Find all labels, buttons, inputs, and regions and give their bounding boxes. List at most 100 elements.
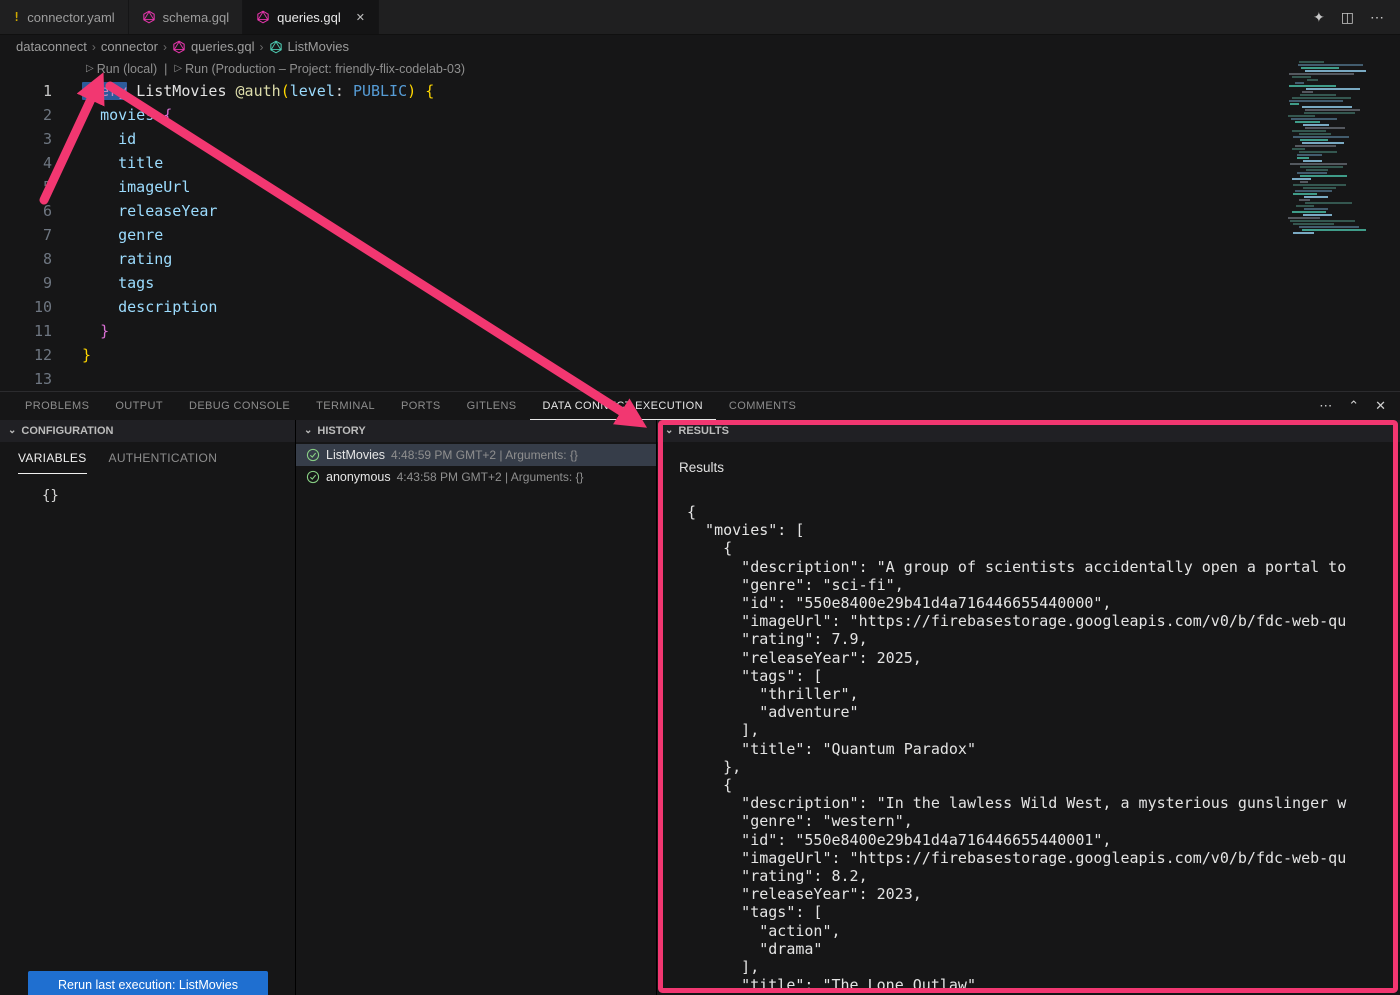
panel-tab-debug-console[interactable]: DEBUG CONSOLE: [176, 393, 303, 420]
config-tab-authentication[interactable]: AUTHENTICATION: [109, 443, 218, 474]
split-editor-icon[interactable]: ◫: [1341, 9, 1354, 26]
minimap-line: [1301, 67, 1339, 69]
line-number: 3: [0, 130, 52, 148]
results-header[interactable]: ⌄ RESULTS: [657, 420, 1400, 442]
code-line: 3 id: [0, 127, 1400, 151]
panel-tab-ports[interactable]: PORTS: [388, 393, 454, 420]
breadcrumb-label: queries.gql: [191, 39, 255, 54]
minimap-line: [1302, 142, 1344, 144]
panel-tab-data-connect-execution[interactable]: DATA CONNECT EXECUTION: [530, 393, 716, 420]
codelens-bar: ▷Run (local) | ▷Run (Production – Projec…: [86, 58, 1400, 79]
code-text: title: [82, 154, 163, 172]
results-json-output[interactable]: { "movies": [ { "description": "A group …: [657, 475, 1400, 995]
graphql-icon: [256, 10, 270, 24]
results-line: "thriller",: [687, 685, 1400, 703]
editor-tabs: !connector.yamlschema.gql queries.gql ✕: [0, 0, 379, 34]
minimap-line: [1303, 187, 1336, 189]
breadcrumb-label: ListMovies: [288, 39, 349, 54]
configuration-header[interactable]: ⌄ CONFIGURATION: [0, 420, 295, 442]
rerun-last-execution-button[interactable]: Rerun last execution: ListMovies: [28, 971, 268, 995]
more-actions-icon[interactable]: ⋯: [1319, 398, 1332, 414]
minimap-line: [1297, 172, 1327, 174]
results-section: ⌄ RESULTS Results { "movies": [ { "descr…: [657, 420, 1400, 995]
minimap-line: [1292, 97, 1351, 99]
code-editor[interactable]: ▷Run (local) | ▷Run (Production – Projec…: [0, 58, 1400, 391]
line-number: 5: [0, 178, 52, 196]
results-line: "tags": [: [687, 667, 1400, 685]
minimap-line: [1307, 79, 1318, 81]
minimap-line: [1304, 196, 1328, 198]
close-icon[interactable]: ✕: [356, 11, 365, 24]
code-text: id: [82, 130, 136, 148]
minimap-line: [1298, 64, 1363, 66]
configuration-tabs: VARIABLES AUTHENTICATION: [0, 442, 295, 474]
code-text: rating: [82, 250, 172, 268]
close-panel-icon[interactable]: ✕: [1375, 398, 1386, 414]
panel-tab-output[interactable]: OUTPUT: [102, 393, 176, 420]
editor-tab-queries-gql[interactable]: queries.gql ✕: [243, 0, 379, 34]
code-line: 2 movies {: [0, 103, 1400, 127]
results-line: "releaseYear": 2025,: [687, 649, 1400, 667]
panel-tab-bar: PROBLEMSOUTPUTDEBUG CONSOLETERMINALPORTS…: [0, 392, 1400, 420]
minimap-line: [1304, 112, 1355, 114]
results-line: "action",: [687, 922, 1400, 940]
breadcrumb-item-ListMovies[interactable]: ListMovies: [269, 39, 349, 54]
minimap-line: [1297, 157, 1309, 159]
maximize-panel-icon[interactable]: ⌃: [1348, 398, 1359, 414]
minimap-line: [1299, 226, 1359, 228]
breadcrumb-item-queries-gql[interactable]: queries.gql: [172, 39, 255, 54]
sparkle-icon[interactable]: ✦: [1313, 9, 1325, 26]
history-item-meta: 4:43:58 PM GMT+2 | Arguments: {}: [397, 470, 584, 484]
variables-editor[interactable]: {}: [0, 474, 295, 504]
operation-icon: [269, 40, 283, 54]
minimap-line: [1292, 148, 1305, 150]
minimap-line: [1302, 91, 1313, 93]
codelens-separator: |: [164, 62, 167, 76]
breadcrumb-separator-icon: ›: [260, 40, 264, 54]
panel-tab-problems[interactable]: PROBLEMS: [12, 393, 102, 420]
pass-check-icon: [306, 448, 320, 462]
config-tab-variables[interactable]: VARIABLES: [18, 443, 87, 474]
history-item[interactable]: anonymous4:43:58 PM GMT+2 | Arguments: {…: [296, 466, 656, 488]
history-section: ⌄ HISTORY ListMovies4:48:59 PM GMT+2 | A…: [296, 420, 657, 995]
run-production-link[interactable]: ▷Run (Production – Project: friendly-fli…: [174, 62, 465, 76]
results-line: "id": "550e8400e29b41d4a716446655440001"…: [687, 831, 1400, 849]
panel-tab-comments[interactable]: COMMENTS: [716, 393, 809, 420]
minimap-line: [1300, 94, 1336, 96]
run-icon: ▷: [174, 63, 182, 74]
history-item[interactable]: ListMovies4:48:59 PM GMT+2 | Arguments: …: [296, 444, 656, 466]
results-line: "rating": 7.9,: [687, 630, 1400, 648]
tab-label: queries.gql: [277, 10, 341, 25]
history-item-name: ListMovies: [326, 448, 385, 462]
results-line: "imageUrl": "https://firebasestorage.goo…: [687, 849, 1400, 867]
tab-label: connector.yaml: [27, 10, 114, 25]
code-text: tags: [82, 274, 154, 292]
editor-tab-schema-gql[interactable]: schema.gql: [129, 0, 243, 34]
minimap[interactable]: [1284, 58, 1398, 234]
results-line: "title": "Quantum Paradox": [687, 740, 1400, 758]
minimap-line: [1299, 61, 1324, 63]
breadcrumb-item-dataconnect[interactable]: dataconnect: [16, 39, 87, 54]
history-header[interactable]: ⌄ HISTORY: [296, 420, 656, 442]
run-local-link[interactable]: ▷Run (local): [86, 62, 157, 76]
vscode-window: !connector.yamlschema.gqlqueries.gql✕ ✦ …: [0, 0, 1400, 391]
panel-tab-terminal[interactable]: TERMINAL: [303, 393, 388, 420]
panel-tab-gitlens[interactable]: GITLENS: [454, 393, 530, 420]
minimap-line: [1293, 184, 1346, 186]
minimap-line: [1296, 205, 1314, 207]
minimap-line: [1297, 154, 1322, 156]
graphql-icon: [172, 40, 186, 54]
line-number: 4: [0, 154, 52, 172]
editor-tab-connector-yaml[interactable]: !connector.yaml: [0, 0, 129, 34]
minimap-line: [1304, 208, 1328, 210]
results-line: "genre": "sci-fi",: [687, 576, 1400, 594]
breadcrumb-item-connector[interactable]: connector: [101, 39, 158, 54]
minimap-line: [1303, 214, 1332, 216]
more-actions-icon[interactable]: ⋯: [1370, 9, 1384, 26]
minimap-line: [1292, 211, 1326, 213]
minimap-line: [1303, 124, 1329, 126]
code-line: 5 imageUrl: [0, 175, 1400, 199]
code-text: query ListMovies @auth(level: PUBLIC) {: [82, 82, 434, 100]
minimap-line: [1300, 181, 1308, 183]
line-number: 10: [0, 298, 52, 316]
